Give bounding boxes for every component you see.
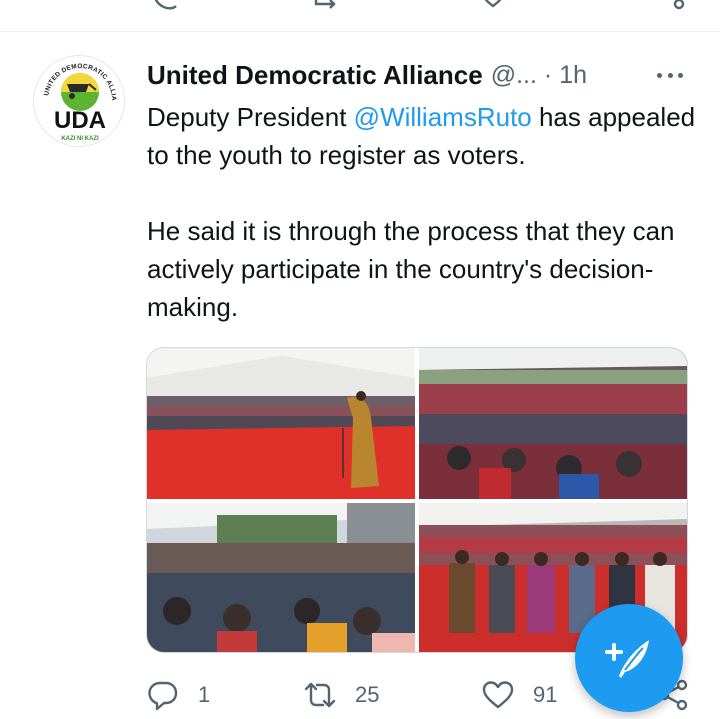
previous-tweet-actions	[0, 0, 720, 22]
compose-icon	[605, 640, 649, 678]
separator-dot: ·	[543, 60, 553, 89]
text-before-mention: Deputy President	[147, 102, 354, 132]
tweet-header: United Democratic Alliance @... · 1h	[147, 58, 587, 92]
compose-tweet-button[interactable]	[575, 604, 683, 712]
tweet-paragraph-2: He said it is through the process that t…	[147, 216, 675, 322]
svg-text:UDA: UDA	[54, 107, 106, 134]
author-handle[interactable]: @...	[491, 61, 537, 90]
retweet-count: 25	[355, 682, 380, 707]
heart-icon	[482, 681, 514, 709]
share-icon[interactable]	[664, 0, 694, 16]
photo-1[interactable]	[147, 348, 415, 499]
retweet-button[interactable]: 25	[303, 672, 379, 718]
reply-button[interactable]: 1	[146, 672, 210, 718]
media-grid	[146, 347, 688, 653]
like-count: 91	[533, 682, 558, 707]
reply-icon[interactable]	[150, 0, 180, 16]
reply-icon	[148, 681, 178, 711]
tweet-divider	[0, 31, 720, 32]
avatar[interactable]: UNITED DEMOCRATIC ALLIANCE UDA KAZI NI K…	[33, 55, 125, 147]
retweet-icon	[304, 682, 336, 708]
like-button[interactable]: 91	[481, 672, 557, 718]
author-display-name[interactable]: United Democratic Alliance	[147, 60, 483, 91]
reply-count: 1	[198, 682, 211, 707]
heart-icon[interactable]	[478, 0, 508, 16]
tweet-time[interactable]: 1h	[559, 61, 587, 90]
tweet-paragraph-1: Deputy President @WilliamsRuto has appea…	[147, 98, 702, 174]
uda-logo: UNITED DEMOCRATIC ALLIANCE UDA KAZI NI K…	[34, 56, 117, 142]
svg-text:KAZI NI KAZI: KAZI NI KAZI	[61, 136, 99, 142]
retweet-icon[interactable]	[312, 0, 342, 16]
photo-3[interactable]	[147, 503, 415, 652]
tweet-text: Deputy President @WilliamsRuto has appea…	[147, 98, 702, 326]
more-icon[interactable]	[653, 62, 687, 88]
mention-link[interactable]: @WilliamsRuto	[354, 102, 532, 132]
photo-2[interactable]	[419, 348, 687, 499]
